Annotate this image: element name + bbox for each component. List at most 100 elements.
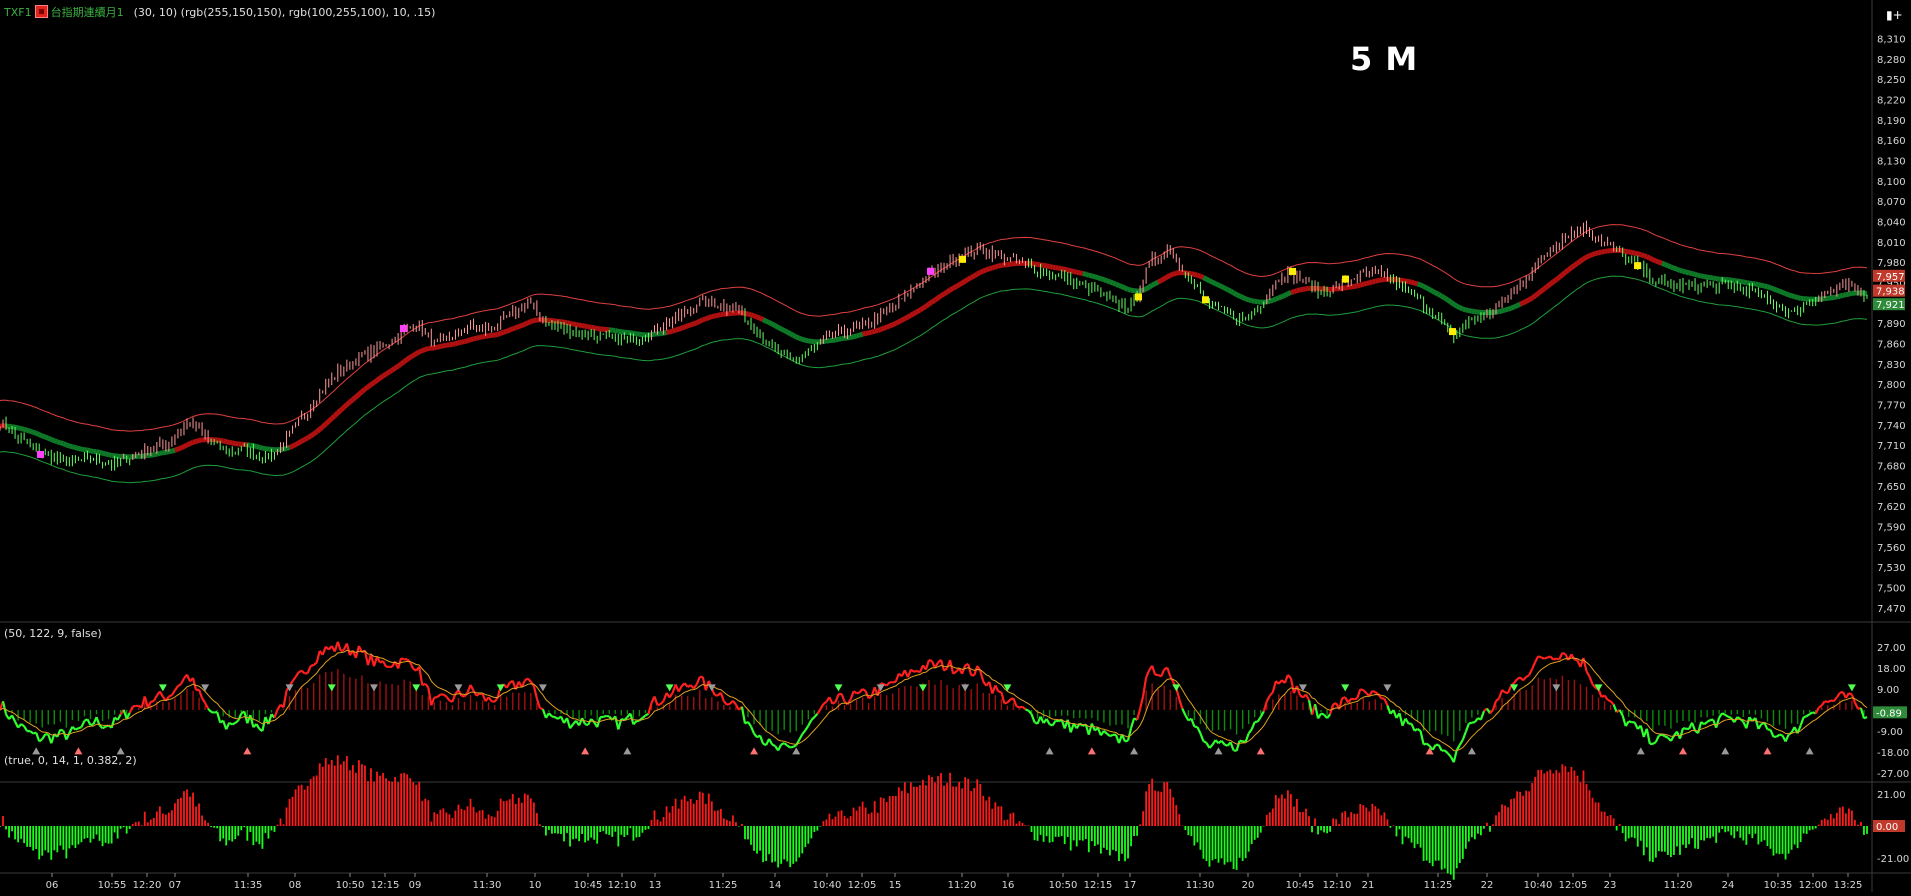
x-tick-label: 12:20 bbox=[133, 880, 162, 891]
oscillator-line bbox=[1387, 706, 1390, 714]
middle-band-segment bbox=[1035, 264, 1038, 265]
signal-marker bbox=[1634, 262, 1641, 269]
oscillator-line bbox=[1541, 657, 1544, 658]
middle-band-segment bbox=[986, 269, 989, 270]
middle-band-segment bbox=[1532, 296, 1535, 298]
oscillator-line bbox=[1780, 735, 1783, 736]
oscillator-line bbox=[217, 712, 220, 722]
x-tick-label: 12:15 bbox=[1084, 880, 1113, 891]
symbol-code[interactable]: TXF1 bbox=[4, 6, 32, 19]
oscillator-line bbox=[308, 666, 311, 673]
oscillator-line bbox=[1864, 717, 1867, 718]
oscillator-line bbox=[1237, 741, 1240, 751]
oscillator-line bbox=[341, 650, 344, 651]
middle-band-segment bbox=[920, 308, 923, 310]
signal-arrow-icon bbox=[1046, 747, 1054, 754]
indicator-box-icon[interactable] bbox=[35, 5, 48, 18]
oscillator-line bbox=[169, 695, 172, 696]
oscillator-line bbox=[1728, 717, 1731, 718]
middle-band-segment bbox=[51, 440, 54, 441]
oscillator-line bbox=[1849, 693, 1852, 694]
x-tick-label: 23 bbox=[1604, 880, 1617, 891]
list-icon[interactable]: ▮+ bbox=[1886, 8, 1903, 22]
middle-band-segment bbox=[464, 341, 467, 342]
oscillator-line bbox=[1354, 698, 1357, 699]
middle-band-segment bbox=[404, 359, 407, 361]
middle-band-segment bbox=[341, 408, 344, 411]
symbol-header: TXF1台指期連續月1(30, 10) (rgb(255,150,150), r… bbox=[4, 4, 435, 20]
signal-arrow-icon bbox=[919, 684, 927, 691]
middle-band-segment bbox=[1544, 286, 1547, 288]
chart-stage[interactable]: 8,3108,2808,2508,2208,1908,1608,1308,100… bbox=[0, 0, 1911, 892]
middle-band-segment bbox=[872, 331, 875, 332]
middle-band-segment bbox=[154, 454, 157, 455]
oscillator-line bbox=[540, 708, 543, 709]
middle-band-segment bbox=[769, 323, 772, 325]
middle-band-segment bbox=[1209, 281, 1212, 283]
middle-band-segment bbox=[1520, 303, 1523, 304]
middle-band-segment bbox=[1508, 308, 1511, 309]
oscillator-line bbox=[636, 721, 639, 722]
oscillator-line bbox=[1107, 734, 1110, 736]
middle-band-segment bbox=[1565, 270, 1568, 272]
middle-band-segment bbox=[187, 444, 190, 445]
middle-band-segment bbox=[256, 446, 259, 447]
middle-band-segment bbox=[1683, 271, 1686, 272]
middle-band-segment bbox=[528, 322, 531, 323]
signal-marker bbox=[927, 268, 934, 275]
chart-canvas[interactable]: 8,3108,2808,2508,2208,1908,1608,1308,100… bbox=[0, 0, 1911, 892]
middle-band-segment bbox=[802, 339, 805, 340]
oscillator-line bbox=[1698, 722, 1701, 733]
middle-band-segment bbox=[1550, 282, 1553, 284]
middle-band-segment bbox=[1577, 261, 1580, 263]
middle-band-segment bbox=[392, 368, 395, 370]
middle-band-segment bbox=[196, 440, 199, 441]
middle-band-segment bbox=[875, 331, 878, 332]
oscillator-line bbox=[437, 694, 440, 697]
price-tick-label: 7,890 bbox=[1877, 319, 1906, 330]
middle-band-segment bbox=[1252, 301, 1255, 302]
middle-band-segment bbox=[425, 349, 428, 350]
oscillator-line bbox=[1499, 690, 1502, 699]
oscillator-line bbox=[1662, 735, 1665, 737]
oscillator-line bbox=[570, 724, 573, 728]
oscillator-line bbox=[1421, 731, 1424, 744]
oscillator-line bbox=[1807, 714, 1810, 716]
oscillator-line bbox=[1348, 699, 1351, 703]
oscillator-params: (50, 122, 9, false) bbox=[4, 627, 102, 640]
middle-band-segment bbox=[1146, 287, 1149, 289]
middle-band-segment bbox=[501, 332, 504, 333]
oscillator-line bbox=[1418, 729, 1421, 731]
middle-band-segment bbox=[1047, 266, 1050, 267]
middle-band-segment bbox=[440, 346, 443, 347]
middle-band-segment bbox=[1713, 278, 1716, 279]
oscillator-line bbox=[1104, 731, 1107, 734]
oscillator-line bbox=[1300, 695, 1303, 697]
oscillator-line bbox=[24, 726, 27, 731]
oscillator-line bbox=[648, 703, 651, 714]
middle-band-segment bbox=[989, 268, 992, 269]
signal-marker bbox=[1342, 276, 1349, 283]
middle-band-segment bbox=[857, 335, 860, 336]
price-tick-label: 7,770 bbox=[1877, 401, 1906, 412]
oscillator-line bbox=[151, 701, 154, 702]
oscillator-line bbox=[799, 734, 802, 740]
x-tick-label: 12:10 bbox=[608, 880, 637, 891]
middle-band-segment bbox=[1149, 285, 1152, 287]
middle-band-segment bbox=[941, 294, 944, 296]
signal-arrow-icon bbox=[792, 747, 800, 754]
oscillator-line bbox=[1683, 728, 1686, 729]
price-tick-label: 7,500 bbox=[1877, 584, 1906, 595]
middle-band-segment bbox=[42, 436, 45, 437]
oscillator-line bbox=[3, 701, 6, 714]
oscillator-line bbox=[893, 682, 896, 683]
oscillator-line bbox=[232, 723, 235, 724]
middle-band-segment bbox=[1212, 282, 1215, 283]
middle-band-segment bbox=[531, 320, 534, 321]
oscillator-line bbox=[1481, 711, 1484, 719]
histogram-params: (true, 0, 14, 1, 0.382, 2) bbox=[4, 754, 137, 767]
middle-band-segment bbox=[353, 397, 356, 399]
histogram-tick-label: -21.00 bbox=[1877, 854, 1909, 865]
oscillator-line bbox=[1629, 721, 1632, 722]
oscillator-line bbox=[383, 661, 386, 667]
